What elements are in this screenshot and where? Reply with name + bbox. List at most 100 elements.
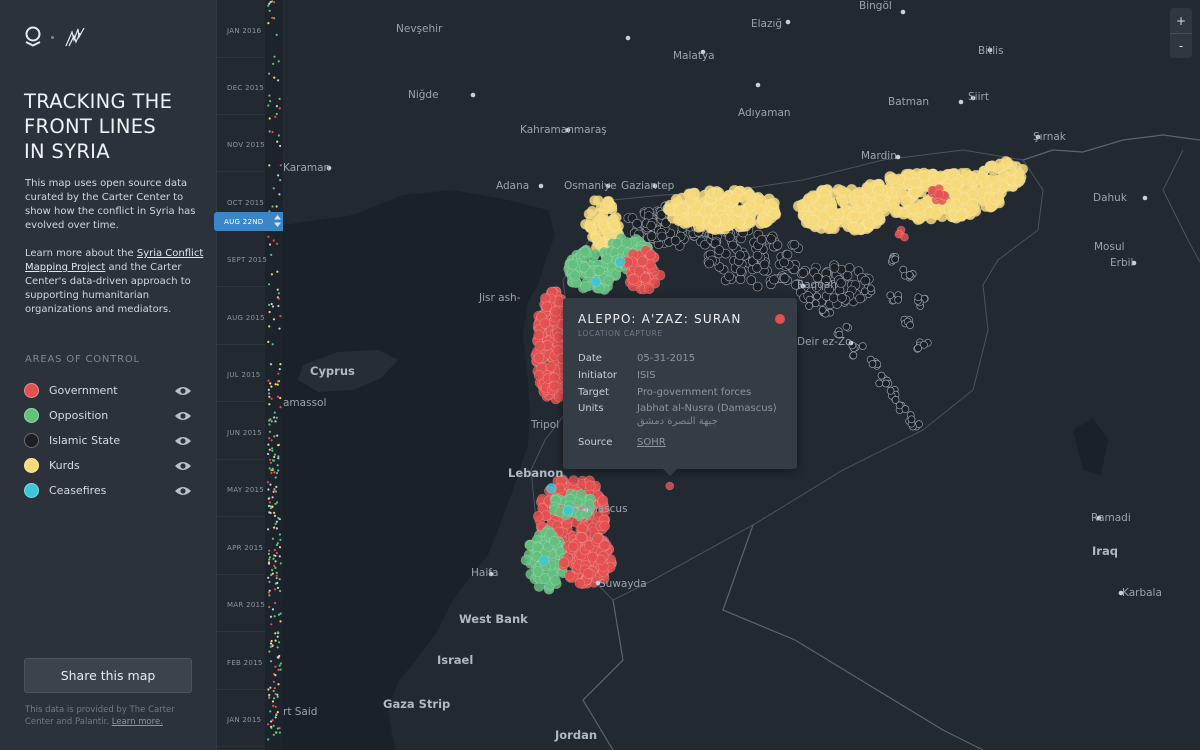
- islamic-state-outpost-dot: [849, 351, 858, 360]
- timeline-month-label[interactable]: JAN 2016: [227, 27, 261, 35]
- place-label: Gaziantep: [621, 180, 675, 192]
- timeline-event-dot: [270, 471, 273, 475]
- carter-center-logo-icon[interactable]: [63, 26, 87, 48]
- legend-item-islamic-state[interactable]: Islamic State: [24, 428, 192, 453]
- timeline-month-label[interactable]: DEC 2015: [227, 84, 264, 92]
- timeline-event-dot: [275, 485, 278, 488]
- timeline-month-label[interactable]: JUL 2015: [227, 371, 261, 379]
- city-dot: [785, 19, 791, 25]
- zoom-in-button[interactable]: +: [1170, 8, 1192, 33]
- timeline-month-label[interactable]: JUN 2015: [227, 429, 262, 437]
- timeline-event-dot: [274, 705, 277, 708]
- timeline-current-date[interactable]: AUG 22ND: [214, 212, 287, 231]
- timeline-event-dot: [268, 392, 271, 395]
- timeline-event-dot: [270, 623, 273, 626]
- timeline-tick: [217, 286, 265, 287]
- eye-icon[interactable]: [174, 435, 192, 447]
- place-label: Erbil: [1110, 257, 1134, 269]
- legend-item-opposition[interactable]: Opposition: [24, 403, 192, 428]
- timeline-month-label[interactable]: APR 2015: [227, 544, 263, 552]
- eye-icon[interactable]: [174, 385, 192, 397]
- learn-more-link[interactable]: Learn more.: [112, 717, 163, 727]
- timeline-event-track[interactable]: [265, 0, 284, 750]
- territory-dot: [976, 171, 988, 182]
- timeline-month-label[interactable]: NOV 2015: [227, 141, 265, 149]
- timeline-event-dot: [276, 383, 279, 386]
- legend-item-ceasefires[interactable]: Ceasefires: [24, 478, 192, 503]
- eye-icon[interactable]: [174, 460, 192, 472]
- timeline-event-dot: [276, 395, 280, 398]
- islamic-state-outpost-dot: [907, 415, 916, 424]
- territory-dot: [576, 522, 588, 534]
- timeline-event-dot: [269, 418, 272, 421]
- place-label: Lebanon: [508, 466, 564, 480]
- territory-dot: [837, 293, 847, 303]
- place-label: Adana: [496, 180, 530, 192]
- timeline-event-dot: [276, 711, 279, 714]
- timeline-event-dot: [270, 639, 273, 643]
- eye-icon[interactable]: [174, 485, 192, 497]
- timeline-event-dot: [274, 420, 277, 423]
- current-date-label: AUG 22ND: [224, 217, 264, 226]
- territory-dot: [704, 258, 715, 269]
- territory-dot: [825, 222, 837, 234]
- place-label: Kahramanmaraş: [520, 124, 607, 136]
- timeline[interactable]: JAN 2016 DEC 2015 NOV 2015 OCT 2015 SEPT 201…: [214, 0, 287, 750]
- timeline-event-dot: [273, 514, 277, 517]
- place-label: Tripol: [531, 419, 560, 431]
- eye-icon[interactable]: [174, 410, 192, 422]
- timeline-event-dot: [268, 448, 271, 451]
- timeline-month-label[interactable]: OCT 2015: [227, 199, 264, 207]
- timeline-event-dot: [267, 738, 270, 741]
- title-line: TRACKING THE: [24, 90, 173, 113]
- timeline-event-dot: [267, 443, 270, 446]
- place-label: Şırnak: [1033, 131, 1066, 143]
- timeline-event-dot: [279, 396, 282, 400]
- territory-dot: [842, 270, 853, 281]
- timeline-event-dot: [277, 516, 280, 520]
- timeline-event-dot: [275, 416, 278, 419]
- timeline-event-dot: [276, 727, 279, 730]
- timeline-event-dot: [268, 511, 271, 514]
- timeline-event-dot: [268, 310, 271, 314]
- legend-item-government[interactable]: Government: [24, 378, 192, 403]
- timeline-event-dot: [276, 464, 279, 467]
- islamic-state-outpost-dot: [906, 321, 914, 329]
- timeline-event-dot: [267, 591, 270, 594]
- timeline-event-dot: [271, 608, 275, 611]
- tooltip-row-date: Date 05-31-2015: [578, 352, 695, 366]
- territory-dot: [909, 176, 922, 189]
- timeline-event-dot: [268, 605, 271, 609]
- palantir-logo-icon[interactable]: [24, 26, 42, 48]
- timeline-event-dot: [269, 461, 272, 464]
- timeline-event-dot: [270, 253, 273, 256]
- timeline-event-dot: [268, 325, 271, 328]
- iraq-east-border: [1162, 149, 1200, 263]
- legend-label: Islamic State: [49, 434, 121, 447]
- timeline-event-dot: [271, 568, 274, 572]
- timeline-month-label[interactable]: AUG 2015: [227, 314, 265, 322]
- timeline-tick: [217, 57, 265, 58]
- timeline-event-dot: [267, 488, 270, 491]
- territory-dot: [533, 352, 545, 364]
- territory-dot: [746, 275, 757, 286]
- legend-item-kurds[interactable]: Kurds: [24, 453, 192, 478]
- place-label: Ramadi: [1091, 512, 1131, 524]
- timeline-event-dot: [268, 437, 271, 440]
- iraq-border: [722, 524, 984, 750]
- timeline-event-dot: [269, 483, 272, 486]
- timeline-event-dot: [274, 383, 277, 386]
- territory-dot: [637, 255, 648, 267]
- zoom-out-button[interactable]: -: [1170, 33, 1192, 58]
- timeline-tick: [217, 459, 265, 460]
- territory-dot: [576, 532, 587, 543]
- timeline-month-label[interactable]: JAN 2015: [227, 716, 261, 724]
- timeline-event-dot: [274, 632, 277, 635]
- timeline-month-label[interactable]: SEPT 2015: [227, 256, 267, 264]
- timeline-month-label[interactable]: FEB 2015: [227, 659, 263, 667]
- share-button[interactable]: Share this map: [24, 658, 192, 693]
- timeline-event-dot: [268, 303, 271, 306]
- timeline-month-label[interactable]: MAY 2015: [227, 486, 264, 494]
- source-link[interactable]: SOHR: [637, 437, 666, 448]
- timeline-month-label[interactable]: MAR 2015: [227, 601, 265, 609]
